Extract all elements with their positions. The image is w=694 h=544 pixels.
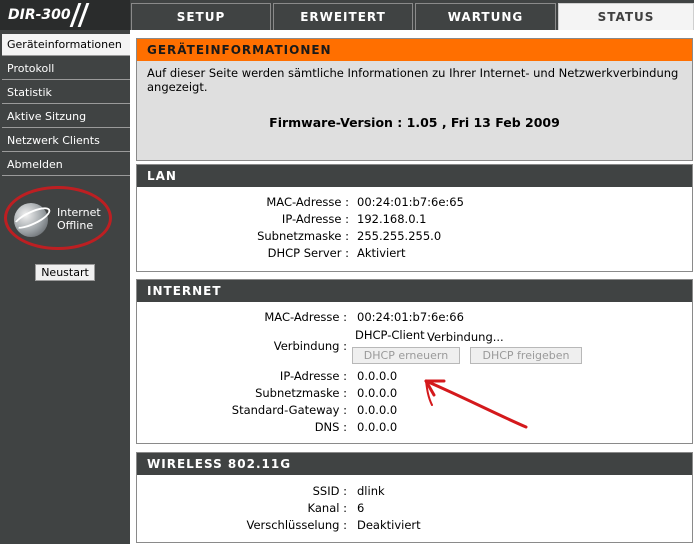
lan-dhcp-label: DHCP Server : [267, 246, 349, 260]
tab-setup[interactable]: SETUP [131, 3, 271, 30]
tab-status[interactable]: STATUS [558, 3, 694, 30]
lan-dhcp-row: DHCP Server : Aktiviert [137, 246, 692, 261]
sidebar-item-abmelden[interactable]: Abmelden [2, 154, 130, 176]
internet-status-text: Internet Offline [57, 206, 101, 232]
lan-ip-row: IP-Adresse : 192.168.0.1 [137, 212, 692, 227]
wireless-title: WIRELESS 802.11G [137, 453, 692, 475]
tab-erweitert[interactable]: ERWEITERT [273, 3, 413, 30]
wireless-channel-value: 6 [357, 501, 365, 515]
internet-subnet-value: 0.0.0.0 [357, 386, 398, 400]
internet-gateway-row: Standard-Gateway : 0.0.0.0 [137, 403, 692, 418]
lan-ip-value: 192.168.0.1 [357, 212, 427, 226]
restart-button[interactable]: Neustart [35, 264, 95, 281]
internet-dns-row: DNS : 0.0.0.0 [137, 420, 692, 435]
lan-subnet-value: 255.255.255.0 [357, 229, 442, 243]
sidebar-item-netzwerk-clients[interactable]: Netzwerk Clients [2, 130, 130, 152]
top-navigation-bar: DIR-300 SETUP ERWEITERT WARTUNG STATUS [0, 0, 694, 30]
logo-text: DIR-300 [8, 7, 71, 23]
sidebar-item-statistik[interactable]: Statistik [2, 82, 130, 104]
device-info-body: Auf dieser Seite werden sämtliche Inform… [137, 61, 692, 160]
internet-ip-label: IP-Adresse : [279, 369, 347, 383]
internet-mac-row: MAC-Adresse : 00:24:01:b7:6e:66 [137, 310, 692, 325]
internet-connection-label: Verbindung : [273, 339, 347, 353]
brand-logo: DIR-300 [0, 0, 130, 30]
sidebar-item-geraeteinformationen[interactable]: Geräteinformationen [2, 34, 130, 56]
sidebar: Geräteinformationen Protokoll Statistik … [0, 30, 130, 544]
sidebar-item-aktive-sitzung[interactable]: Aktive Sitzung [2, 106, 130, 128]
device-info-description: Auf dieser Seite werden sämtliche Inform… [147, 66, 679, 94]
lan-mac-value: 00:24:01:b7:6e:65 [357, 195, 464, 209]
internet-ip-value: 0.0.0.0 [357, 369, 398, 383]
connection-status: Verbindung... [427, 330, 504, 344]
status-line-internet: Internet [57, 206, 101, 219]
internet-dns-label: DNS : [314, 420, 347, 434]
wireless-ssid-label: SSID : [312, 484, 347, 498]
internet-ip-row: IP-Adresse : 0.0.0.0 [137, 369, 692, 384]
lan-subnet-label: Subnetzmaske : [257, 229, 349, 243]
internet-subnet-label: Subnetzmaske : [255, 386, 347, 400]
wireless-encryption-row: Verschlüsselung : Deaktiviert [137, 518, 692, 533]
firmware-version: Firmware-Version : 1.05 , Fri 13 Feb 200… [269, 115, 560, 130]
wireless-encryption-value: Deaktiviert [357, 518, 421, 532]
internet-subnet-row: Subnetzmaske : 0.0.0.0 [137, 386, 692, 401]
wireless-section: WIRELESS 802.11G SSID : dlink Kanal : 6 … [136, 452, 693, 543]
lan-title: LAN [137, 165, 692, 187]
connection-type: DHCP-Client [355, 328, 425, 342]
device-info-section: GERÄTEINFORMATIONEN Auf dieser Seite wer… [136, 38, 693, 161]
lan-mac-row: MAC-Adresse : 00:24:01:b7:6e:65 [137, 195, 692, 210]
internet-gateway-value: 0.0.0.0 [357, 403, 398, 417]
internet-title: INTERNET [137, 280, 692, 302]
internet-mac-label: MAC-Adresse : [264, 310, 347, 324]
wireless-encryption-label: Verschlüsselung : [246, 518, 347, 532]
dhcp-renew-button[interactable]: DHCP erneuern [352, 347, 460, 364]
internet-dns-value: 0.0.0.0 [357, 420, 398, 434]
lan-mac-label: MAC-Adresse : [266, 195, 349, 209]
device-info-title: GERÄTEINFORMATIONEN [137, 39, 692, 61]
wireless-channel-label: Kanal : [307, 501, 347, 515]
internet-gateway-label: Standard-Gateway : [231, 403, 347, 417]
lan-dhcp-value: Aktiviert [357, 246, 406, 260]
wireless-channel-row: Kanal : 6 [137, 501, 692, 516]
tab-wartung[interactable]: WARTUNG [415, 3, 556, 30]
internet-status-indicator: Internet Offline [4, 186, 114, 252]
wireless-ssid-value: dlink [357, 484, 385, 498]
status-line-offline: Offline [57, 219, 94, 232]
dhcp-release-button[interactable]: DHCP freigeben [470, 347, 582, 364]
lan-ip-label: IP-Adresse : [281, 212, 349, 226]
internet-mac-value: 00:24:01:b7:6e:66 [357, 310, 464, 324]
wireless-ssid-row: SSID : dlink [137, 484, 692, 499]
lan-subnet-row: Subnetzmaske : 255.255.255.0 [137, 229, 692, 244]
internet-section: INTERNET MAC-Adresse : 00:24:01:b7:6e:66… [136, 279, 693, 444]
sidebar-item-protokoll[interactable]: Protokoll [2, 58, 130, 80]
red-arrow-annotation [424, 379, 528, 429]
lan-section: LAN MAC-Adresse : 00:24:01:b7:6e:65 IP-A… [136, 164, 693, 272]
